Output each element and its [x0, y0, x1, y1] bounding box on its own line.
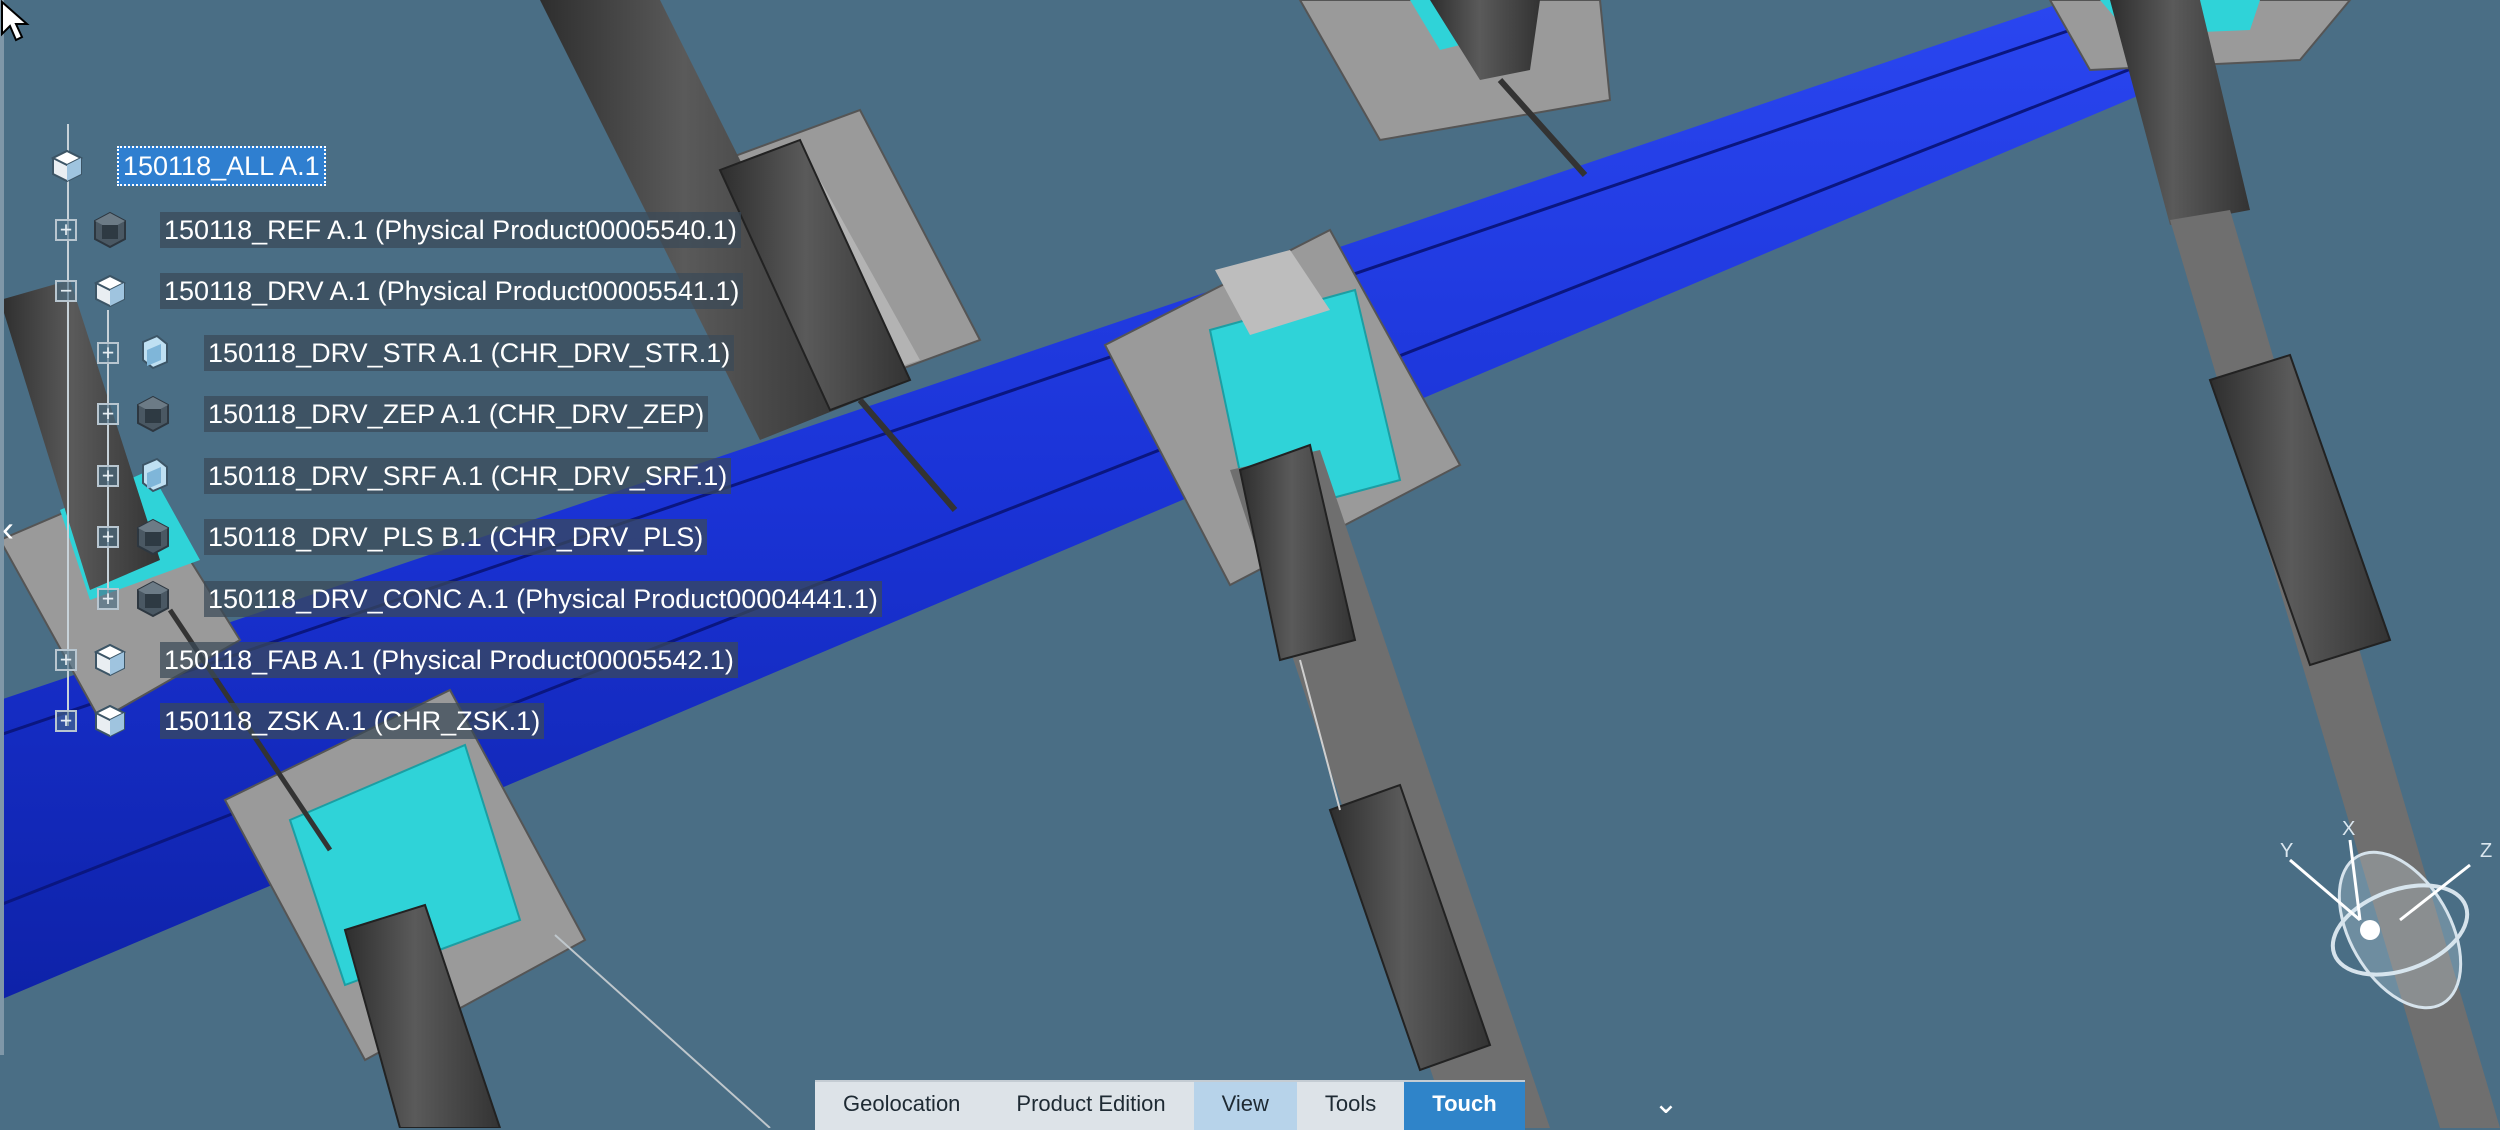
tree-connector: [67, 124, 69, 726]
part-icon: [137, 580, 169, 618]
tab-tools[interactable]: Tools: [1297, 1082, 1404, 1130]
3d-viewport[interactable]: ‹ 150118_ALL A.1 + 150118_REF A.1 (Physi…: [0, 0, 2500, 1130]
expand-icon[interactable]: +: [97, 342, 119, 364]
component-icon: [142, 334, 168, 370]
product-icon: [50, 149, 84, 183]
part-icon: [94, 211, 126, 249]
tree-node-label[interactable]: 150118_FAB A.1 (Physical Product00005542…: [160, 642, 738, 678]
product-icon: [93, 274, 127, 308]
expand-icon[interactable]: +: [55, 710, 77, 732]
expand-icon[interactable]: +: [97, 403, 119, 425]
product-icon: [93, 643, 127, 677]
compass-x-label: X: [2342, 818, 2356, 840]
expand-icon[interactable]: +: [97, 588, 119, 610]
compass-widget[interactable]: Y X Z: [2270, 810, 2500, 1040]
tree-node-label[interactable]: 150118_DRV_PLS B.1 (CHR_DRV_PLS): [204, 519, 708, 555]
tree-node-label[interactable]: 150118_DRV_CONC A.1 (Physical Product000…: [204, 581, 882, 617]
tree-node-label[interactable]: 150118_REF A.1 (Physical Product00005540…: [160, 212, 741, 248]
tree-node-label[interactable]: 150118_DRV_STR A.1 (CHR_DRV_STR.1): [204, 335, 735, 371]
chevron-down-icon[interactable]: ⌄: [1648, 1086, 1684, 1122]
compass-z-label: Z: [2480, 840, 2493, 862]
product-icon: [93, 704, 127, 738]
rod-assembly-top-center: [1298, 0, 1612, 178]
expand-icon[interactable]: +: [97, 526, 119, 548]
collapse-icon[interactable]: −: [55, 280, 77, 302]
tab-view[interactable]: View: [1193, 1082, 1297, 1130]
tree-node-label[interactable]: 150118_DRV_ZEP A.1 (CHR_DRV_ZEP): [204, 396, 709, 432]
tab-geolocation[interactable]: Geolocation: [815, 1082, 988, 1130]
expand-icon[interactable]: +: [97, 465, 119, 487]
tree-node-label[interactable]: 150118_ZSK A.1 (CHR_ZSK.1): [160, 703, 545, 739]
expand-icon[interactable]: +: [55, 219, 77, 241]
tab-product-edition[interactable]: Product Edition: [988, 1082, 1193, 1130]
expand-icon[interactable]: +: [55, 649, 77, 671]
tab-touch[interactable]: Touch: [1404, 1082, 1525, 1130]
tree-node-label[interactable]: 150118_DRV A.1 (Physical Product00005541…: [160, 273, 744, 309]
compass-y-label: Y: [2280, 840, 2294, 862]
part-icon: [137, 518, 169, 556]
mouse-cursor-icon: [0, 0, 30, 42]
tree-node-label[interactable]: 150118_DRV_SRF A.1 (CHR_DRV_SRF.1): [204, 458, 732, 494]
component-icon: [142, 457, 168, 493]
specification-tree: 150118_ALL A.1 + 150118_REF A.1 (Physica…: [0, 0, 1000, 780]
compass-icon: [2289, 839, 2471, 1010]
part-icon: [137, 395, 169, 433]
tree-root-label[interactable]: 150118_ALL A.1: [117, 146, 326, 186]
action-bar: Geolocation Product Edition View Tools T…: [815, 1080, 1525, 1130]
